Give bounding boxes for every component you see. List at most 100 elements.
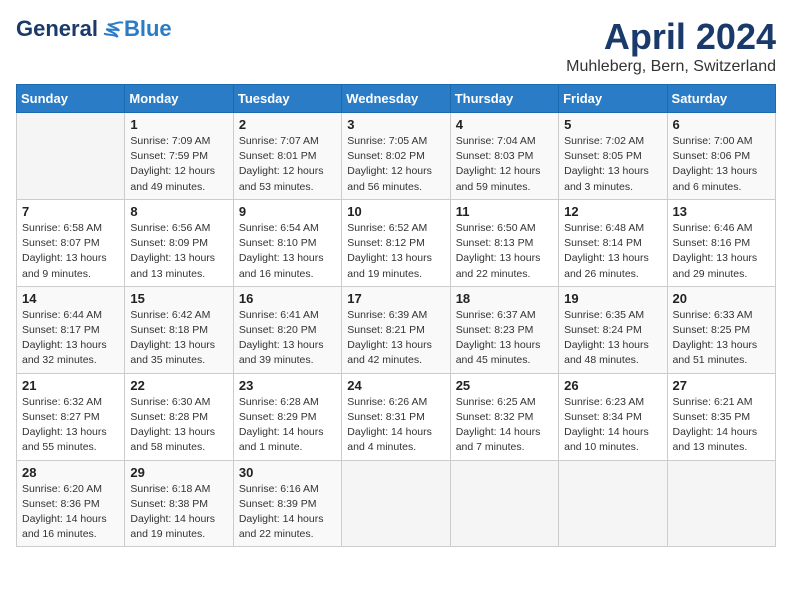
cell-info: Sunrise: 6:54 AM (239, 221, 336, 236)
cell-info: and 42 minutes. (347, 353, 444, 368)
calendar-cell: 14Sunrise: 6:44 AMSunset: 8:17 PMDayligh… (17, 286, 125, 373)
logo-blue: Blue (124, 16, 172, 42)
cell-info: Sunset: 8:24 PM (564, 323, 661, 338)
calendar-cell: 13Sunrise: 6:46 AMSunset: 8:16 PMDayligh… (667, 199, 775, 286)
calendar-table: SundayMondayTuesdayWednesdayThursdayFrid… (16, 84, 776, 547)
day-number: 24 (347, 378, 444, 393)
cell-info: and 19 minutes. (347, 267, 444, 282)
cell-info: and 16 minutes. (22, 527, 119, 542)
day-number: 5 (564, 117, 661, 132)
cell-info: Sunset: 8:02 PM (347, 149, 444, 164)
cell-info: and 16 minutes. (239, 267, 336, 282)
calendar-cell: 11Sunrise: 6:50 AMSunset: 8:13 PMDayligh… (450, 199, 558, 286)
day-number: 7 (22, 204, 119, 219)
calendar-week-row: 21Sunrise: 6:32 AMSunset: 8:27 PMDayligh… (17, 373, 776, 460)
cell-info: Sunrise: 6:48 AM (564, 221, 661, 236)
cell-info: and 53 minutes. (239, 180, 336, 195)
calendar-week-row: 1Sunrise: 7:09 AMSunset: 7:59 PMDaylight… (17, 113, 776, 200)
calendar-week-row: 28Sunrise: 6:20 AMSunset: 8:36 PMDayligh… (17, 460, 776, 547)
calendar-week-row: 7Sunrise: 6:58 AMSunset: 8:07 PMDaylight… (17, 199, 776, 286)
day-number: 15 (130, 291, 227, 306)
cell-info: Sunset: 8:01 PM (239, 149, 336, 164)
calendar-cell: 9Sunrise: 6:54 AMSunset: 8:10 PMDaylight… (233, 199, 341, 286)
cell-info: Daylight: 13 hours (130, 251, 227, 266)
day-number: 9 (239, 204, 336, 219)
cell-info: Daylight: 13 hours (673, 251, 770, 266)
cell-info: Sunrise: 6:16 AM (239, 482, 336, 497)
calendar-cell: 12Sunrise: 6:48 AMSunset: 8:14 PMDayligh… (559, 199, 667, 286)
cell-info: Sunset: 8:03 PM (456, 149, 553, 164)
cell-info: Daylight: 13 hours (130, 425, 227, 440)
calendar-cell: 23Sunrise: 6:28 AMSunset: 8:29 PMDayligh… (233, 373, 341, 460)
cell-info: Daylight: 13 hours (22, 338, 119, 353)
cell-info: Sunrise: 6:30 AM (130, 395, 227, 410)
day-number: 17 (347, 291, 444, 306)
cell-info: Sunset: 8:39 PM (239, 497, 336, 512)
cell-info: Sunset: 8:17 PM (22, 323, 119, 338)
cell-info: and 10 minutes. (564, 440, 661, 455)
cell-info: and 58 minutes. (130, 440, 227, 455)
cell-info: and 9 minutes. (22, 267, 119, 282)
cell-info: and 6 minutes. (673, 180, 770, 195)
cell-info: and 49 minutes. (130, 180, 227, 195)
calendar-cell: 3Sunrise: 7:05 AMSunset: 8:02 PMDaylight… (342, 113, 450, 200)
cell-info: and 13 minutes. (130, 267, 227, 282)
calendar-cell: 27 Sunrise: 6:21 AMSunset: 8:35 PMDayligh… (667, 373, 775, 460)
cell-info: Sunset: 8:35 PM (673, 410, 770, 425)
calendar-cell: 7Sunrise: 6:58 AMSunset: 8:07 PMDaylight… (17, 199, 125, 286)
cell-info: Daylight: 13 hours (22, 251, 119, 266)
cell-info: Sunrise: 6:25 AM (456, 395, 553, 410)
cell-info: Sunrise: 6:46 AM (673, 221, 770, 236)
logo-bird-icon (100, 19, 124, 39)
day-number: 30 (239, 465, 336, 480)
calendar-cell: 25Sunrise: 6:25 AMSunset: 8:32 PMDayligh… (450, 373, 558, 460)
day-number: 10 (347, 204, 444, 219)
cell-info: Sunset: 8:14 PM (564, 236, 661, 251)
day-number: 13 (673, 204, 770, 219)
cell-info: Daylight: 14 hours (673, 425, 770, 440)
cell-info: and 3 minutes. (564, 180, 661, 195)
calendar-cell: 1Sunrise: 7:09 AMSunset: 7:59 PMDaylight… (125, 113, 233, 200)
cell-info: Sunset: 7:59 PM (130, 149, 227, 164)
cell-info: Sunrise: 6:23 AM (564, 395, 661, 410)
cell-info: Daylight: 13 hours (456, 338, 553, 353)
day-header-wednesday: Wednesday (342, 85, 450, 113)
day-number: 11 (456, 204, 553, 219)
calendar-cell: 15Sunrise: 6:42 AMSunset: 8:18 PMDayligh… (125, 286, 233, 373)
day-number: 4 (456, 117, 553, 132)
calendar-cell: 2Sunrise: 7:07 AMSunset: 8:01 PMDaylight… (233, 113, 341, 200)
cell-info: and 1 minute. (239, 440, 336, 455)
cell-info: and 55 minutes. (22, 440, 119, 455)
cell-info: Daylight: 13 hours (130, 338, 227, 353)
day-number: 16 (239, 291, 336, 306)
cell-info: Daylight: 13 hours (564, 338, 661, 353)
cell-info: and 7 minutes. (456, 440, 553, 455)
cell-info: Sunset: 8:21 PM (347, 323, 444, 338)
cell-info: Sunset: 8:34 PM (564, 410, 661, 425)
cell-info: Sunrise: 6:21 AM (673, 395, 770, 410)
day-number: 27 (673, 378, 770, 393)
cell-info: Sunset: 8:25 PM (673, 323, 770, 338)
day-header-thursday: Thursday (450, 85, 558, 113)
calendar-cell: 20Sunrise: 6:33 AMSunset: 8:25 PMDayligh… (667, 286, 775, 373)
cell-info: Sunrise: 6:37 AM (456, 308, 553, 323)
cell-info: Sunrise: 6:20 AM (22, 482, 119, 497)
cell-info: Sunset: 8:38 PM (130, 497, 227, 512)
day-number: 23 (239, 378, 336, 393)
cell-info: Sunrise: 6:18 AM (130, 482, 227, 497)
day-number: 3 (347, 117, 444, 132)
cell-info: Sunrise: 6:32 AM (22, 395, 119, 410)
calendar-cell: 26Sunrise: 6:23 AMSunset: 8:34 PMDayligh… (559, 373, 667, 460)
calendar-cell: 29Sunrise: 6:18 AMSunset: 8:38 PMDayligh… (125, 460, 233, 547)
day-header-friday: Friday (559, 85, 667, 113)
day-number: 8 (130, 204, 227, 219)
cell-info: Sunrise: 6:26 AM (347, 395, 444, 410)
day-number: 2 (239, 117, 336, 132)
cell-info: Daylight: 14 hours (347, 425, 444, 440)
cell-info: Sunrise: 6:35 AM (564, 308, 661, 323)
day-number: 20 (673, 291, 770, 306)
location: Muhleberg, Bern, Switzerland (566, 58, 776, 76)
day-header-saturday: Saturday (667, 85, 775, 113)
cell-info: Sunset: 8:18 PM (130, 323, 227, 338)
cell-info: Sunrise: 6:44 AM (22, 308, 119, 323)
